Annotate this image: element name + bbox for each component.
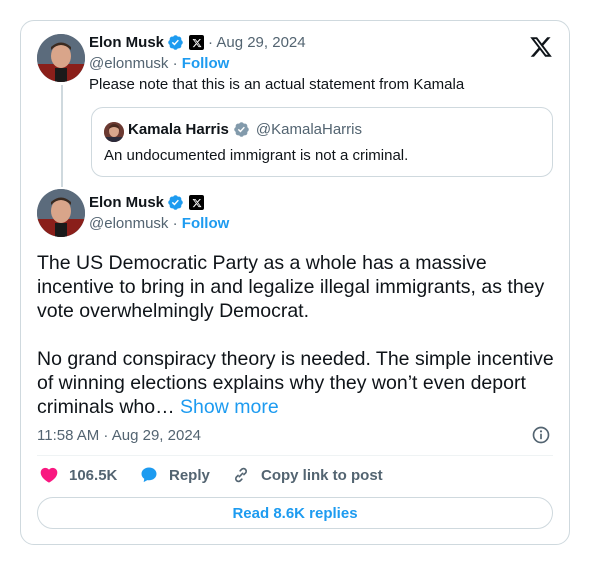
tweet-paragraph-text: No grand conspiracy theory is needed. Th… xyxy=(37,348,554,418)
link-icon xyxy=(235,467,247,483)
x-logo-icon[interactable] xyxy=(529,35,553,59)
quote-author-name: Kamala Harris xyxy=(128,121,229,138)
divider xyxy=(37,455,553,456)
x-org-badge-icon xyxy=(189,195,205,210)
author-name[interactable]: Elon Musk xyxy=(89,194,164,211)
info-icon[interactable] xyxy=(531,425,551,445)
author-handle[interactable]: @elonmusk xyxy=(89,215,168,232)
quoted-tweet[interactable]: Kamala Harris @KamalaHarris An undocumen… xyxy=(91,107,553,177)
copy-link-label: Copy link to post xyxy=(261,466,383,484)
thread-connector xyxy=(61,85,63,187)
follow-button[interactable]: Follow xyxy=(182,215,230,232)
parent-tweet-text: Please note that this is an actual state… xyxy=(89,76,465,93)
reply-label: Reply xyxy=(169,466,210,484)
verified-badge-icon xyxy=(168,195,183,210)
verified-badge-icon xyxy=(168,35,183,50)
show-more-link[interactable]: Show more xyxy=(180,396,279,418)
like-button[interactable]: 106.5K xyxy=(39,465,117,485)
author-name[interactable]: Elon Musk xyxy=(89,34,164,51)
tweet-paragraph-2: No grand conspiracy theory is needed. Th… xyxy=(37,347,557,419)
separator: · xyxy=(172,215,178,232)
embedded-tweet-card: Elon Musk · Aug 29, 2024 @elonmusk · Fol… xyxy=(20,20,570,545)
like-count: 106.5K xyxy=(69,466,118,484)
tweet-date[interactable]: · Aug 29, 2024 xyxy=(208,34,306,51)
avatar[interactable] xyxy=(37,189,85,237)
parent-handle-row: @elonmusk · Follow xyxy=(89,55,229,72)
read-replies-button[interactable]: Read 8.6K replies xyxy=(37,497,553,529)
gray-verified-badge-icon xyxy=(234,122,249,137)
quote-name-row: Kamala Harris @KamalaHarris xyxy=(128,121,362,138)
tweet-paragraph: The US Democratic Party as a whole has a… xyxy=(37,252,545,322)
author-handle[interactable]: @elonmusk xyxy=(89,55,168,72)
parent-name-row: Elon Musk · Aug 29, 2024 xyxy=(89,34,306,51)
avatar xyxy=(104,122,124,142)
separator: · xyxy=(172,55,178,72)
follow-button[interactable]: Follow xyxy=(182,55,230,72)
heart-icon xyxy=(40,467,58,483)
main-handle-row: @elonmusk · Follow xyxy=(89,215,229,232)
x-org-badge-icon xyxy=(189,35,205,50)
tweet-timestamp[interactable]: 11:58 AM · Aug 29, 2024 xyxy=(37,427,201,444)
reply-bubble-icon xyxy=(141,467,157,483)
avatar[interactable] xyxy=(37,34,85,82)
quote-author-handle: @KamalaHarris xyxy=(255,121,362,138)
tweet-body: The US Democratic Party as a whole has a… xyxy=(37,251,557,419)
reply-button[interactable]: Reply xyxy=(139,465,210,485)
main-name-row: Elon Musk xyxy=(89,194,205,211)
copy-link-button[interactable]: Copy link to post xyxy=(231,465,383,485)
quote-tweet-text: An undocumented immigrant is not a crimi… xyxy=(104,147,409,164)
